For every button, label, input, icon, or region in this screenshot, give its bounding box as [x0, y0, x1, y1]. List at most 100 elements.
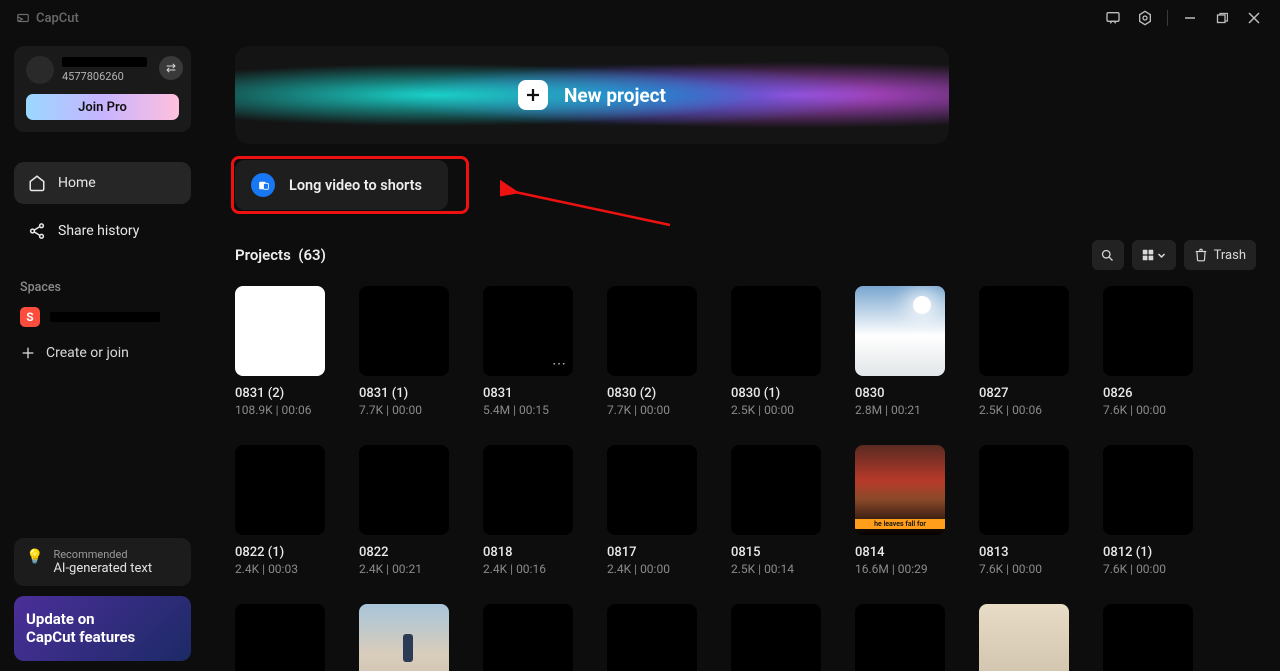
trash-label: Trash	[1214, 248, 1246, 263]
create-or-join-label: Create or join	[46, 345, 129, 361]
project-card[interactable]: 0812 (1)7.6K | 00:00	[1103, 445, 1193, 576]
long-video-to-shorts-label: Long video to shorts	[289, 177, 422, 194]
profile-card[interactable]: 4577806260 ⇄ Join Pro	[14, 46, 191, 132]
avatar	[26, 56, 54, 84]
project-meta: 7.7K | 00:00	[359, 403, 449, 417]
project-card[interactable]: he leaves fall for081416.6M | 00:29	[855, 445, 945, 576]
project-thumbnail	[483, 445, 573, 535]
projects-header: Projects (63) Trash	[235, 240, 1256, 270]
project-title: 0831 (2)	[235, 386, 325, 401]
thumbnail-caption: he leaves fall for	[855, 519, 945, 529]
profile-id: 4577806260	[62, 70, 147, 83]
project-meta: 7.6K | 00:00	[979, 562, 1069, 576]
project-title: 0822	[359, 545, 449, 560]
project-card[interactable]: ⋯08315.4M | 00:15	[483, 286, 573, 417]
project-card[interactable]: 0822 (1)2.4K | 00:03	[235, 445, 325, 576]
project-card[interactable]: 0830 (2) 7.7K | 00:00	[607, 286, 697, 417]
project-card[interactable]: 08152.5K | 00:14	[731, 445, 821, 576]
project-title: 0822 (1)	[235, 545, 325, 560]
recommended-label: Recommended	[53, 548, 152, 561]
project-title: 0831	[483, 386, 573, 401]
project-card[interactable]	[731, 604, 821, 671]
projects-grid: 0831 (2)108.9K | 00:06 0831 (1) 7.7K | 00:…	[235, 286, 1256, 671]
view-toggle-button[interactable]	[1132, 240, 1176, 270]
titlebar: CapCut	[0, 0, 1280, 36]
brand-logo-icon	[16, 11, 30, 25]
update-line1: Update on	[26, 610, 95, 628]
project-thumbnail	[607, 286, 697, 376]
project-title: 0814	[855, 545, 945, 560]
more-icon[interactable]: ⋯	[552, 356, 567, 372]
project-title: 0830	[855, 386, 945, 401]
switch-account-icon[interactable]: ⇄	[159, 56, 183, 80]
project-meta: 2.4K | 00:00	[607, 562, 697, 576]
project-card[interactable]	[483, 604, 573, 671]
trash-icon	[1194, 248, 1208, 262]
project-card[interactable]: 08137.6K | 00:00	[979, 445, 1069, 576]
project-title: 0830 (2)	[607, 386, 697, 401]
window-controls	[1099, 4, 1268, 32]
project-card[interactable]: 0830 (1)2.5K | 00:00	[731, 286, 821, 417]
project-card[interactable]: 08172.4K | 00:00	[607, 445, 697, 576]
recommended-card[interactable]: 💡 Recommended AI-generated text	[14, 538, 191, 586]
recommended-title: AI-generated text	[53, 561, 152, 576]
nav-share-history-label: Share history	[58, 223, 139, 239]
sidebar: 4577806260 ⇄ Join Pro Home Share history…	[0, 36, 205, 671]
update-card[interactable]: Update onCapCut features	[14, 596, 191, 662]
spaces-heading: Spaces	[14, 280, 191, 295]
chevron-down-icon	[1157, 251, 1166, 260]
nav-share-history[interactable]: Share history	[14, 210, 191, 252]
project-thumbnail	[1103, 604, 1193, 671]
project-card[interactable]	[979, 604, 1069, 671]
project-card[interactable]: 08222.4K | 00:21	[359, 445, 449, 576]
project-title: 0830 (1)	[731, 386, 821, 401]
long-video-to-shorts-button[interactable]: Long video to shorts	[235, 160, 448, 210]
home-icon	[28, 174, 46, 192]
project-thumbnail	[359, 445, 449, 535]
project-thumbnail	[483, 604, 573, 671]
video-shorts-icon	[251, 173, 275, 197]
project-card[interactable]	[607, 604, 697, 671]
plus-icon	[518, 80, 548, 110]
project-card[interactable]: 08182.4K | 00:16	[483, 445, 573, 576]
project-card[interactable]: 0831 (1) 7.7K | 00:00	[359, 286, 449, 417]
project-thumbnail	[979, 604, 1069, 671]
project-thumbnail	[235, 604, 325, 671]
project-card[interactable]: 08302.8M | 00:21	[855, 286, 945, 417]
minimize-button[interactable]	[1176, 4, 1204, 32]
profile-name-redacted	[62, 57, 147, 67]
settings-icon[interactable]	[1131, 4, 1159, 32]
feedback-icon[interactable]	[1099, 4, 1127, 32]
brand: CapCut	[16, 11, 79, 26]
project-thumbnail	[1103, 445, 1193, 535]
project-meta: 7.7K | 00:00	[607, 403, 697, 417]
project-meta: 7.6K | 00:00	[1103, 403, 1193, 417]
grid-icon	[1141, 248, 1155, 262]
project-card[interactable]	[359, 604, 449, 671]
new-project-label: New project	[564, 84, 666, 107]
project-card[interactable]: 0831 (2)108.9K | 00:06	[235, 286, 325, 417]
project-card[interactable]: 08272.5K | 00:06	[979, 286, 1069, 417]
close-button[interactable]	[1240, 4, 1268, 32]
maximize-button[interactable]	[1208, 4, 1236, 32]
create-or-join[interactable]: Create or join	[14, 345, 191, 361]
update-line2: CapCut features	[26, 628, 135, 646]
project-card[interactable]	[855, 604, 945, 671]
project-thumbnail	[1103, 286, 1193, 376]
plus-icon	[20, 345, 36, 361]
project-thumbnail	[979, 286, 1069, 376]
project-card[interactable]: 08267.6K | 00:00	[1103, 286, 1193, 417]
space-item[interactable]: S	[14, 307, 191, 327]
project-thumbnail	[235, 286, 325, 376]
project-card[interactable]	[1103, 604, 1193, 671]
search-button[interactable]	[1092, 240, 1124, 270]
nav-home-label: Home	[58, 175, 96, 191]
trash-button[interactable]: Trash	[1184, 240, 1256, 270]
project-card[interactable]	[235, 604, 325, 671]
project-title: 0831 (1)	[359, 386, 449, 401]
new-project-button[interactable]: New project	[235, 46, 949, 144]
nav-home[interactable]: Home	[14, 162, 191, 204]
join-pro-button[interactable]: Join Pro	[26, 94, 179, 120]
project-thumbnail	[607, 604, 697, 671]
space-badge: S	[20, 307, 40, 327]
